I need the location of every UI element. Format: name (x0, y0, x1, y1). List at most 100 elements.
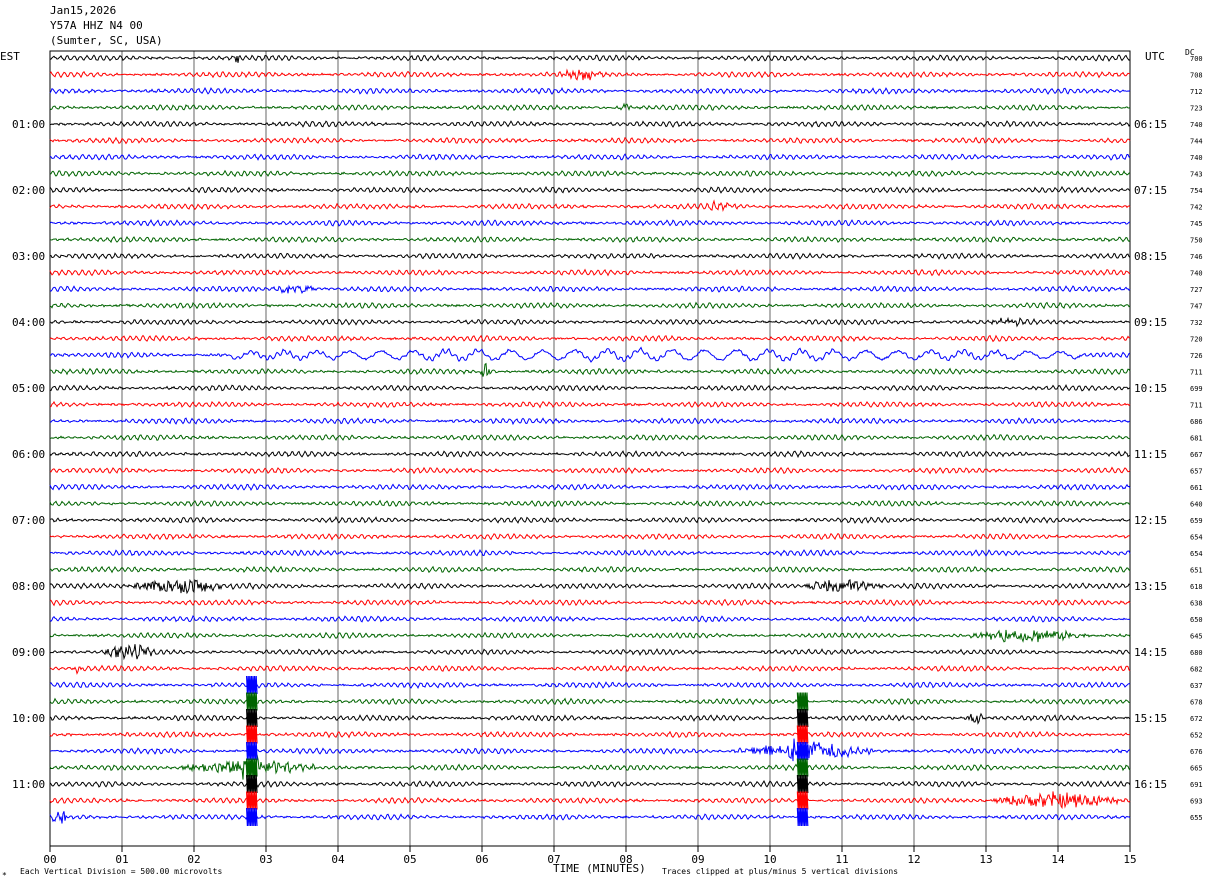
clipped-spike (796, 774, 809, 794)
trace-row-6 (49, 153, 1131, 161)
dc-value: 754 (1190, 187, 1203, 195)
dc-value: 720 (1190, 336, 1203, 344)
trace-row-11 (50, 235, 1131, 244)
trace-row-30 (49, 548, 1131, 557)
dc-value: 659 (1190, 517, 1203, 525)
dc-value: 654 (1190, 534, 1203, 542)
clipped-spike (246, 725, 258, 744)
dc-value: 744 (1190, 138, 1203, 146)
x-tick-label: 12 (907, 853, 920, 866)
dc-value: 726 (1190, 352, 1203, 360)
dc-value: 727 (1190, 286, 1203, 294)
trace-row-35 (49, 629, 1131, 643)
x-tick-label: 10 (763, 853, 776, 866)
trace-row-0 (49, 54, 1131, 63)
dc-value: 681 (1190, 435, 1203, 443)
x-tick-label: 01 (115, 853, 128, 866)
clipped-spike (796, 807, 809, 827)
trace-row-3 (49, 102, 1131, 112)
left-hour-label: 11:00 (12, 778, 45, 791)
right-hour-label: 12:15 (1134, 514, 1167, 527)
dc-value: 742 (1190, 204, 1203, 212)
x-tick-label: 00 (43, 853, 56, 866)
trace-row-40 (49, 712, 1131, 725)
trace-row-21 (49, 400, 1131, 409)
dc-value: 747 (1190, 303, 1203, 311)
dc-value: 638 (1190, 600, 1203, 608)
trace-row-18 (49, 346, 1131, 363)
clipped-spike (796, 708, 809, 728)
trace-row-27 (49, 499, 1131, 508)
clipped-spike (246, 774, 258, 794)
trace-row-37 (49, 664, 1131, 675)
left-hour-label: 05:00 (12, 382, 45, 395)
trace-row-32 (49, 578, 1131, 595)
right-hour-label: 06:15 (1134, 118, 1167, 131)
dc-value: 686 (1190, 418, 1203, 426)
right-hour-label: 09:15 (1134, 316, 1167, 329)
clipped-spike (796, 741, 809, 761)
dc-value: 682 (1190, 666, 1203, 674)
trace-row-46 (49, 811, 1131, 824)
left-hour-label: 07:00 (12, 514, 45, 527)
dc-value: 661 (1190, 484, 1203, 492)
trace-row-14 (49, 284, 1131, 295)
trace-row-10 (49, 219, 1131, 227)
right-hour-label: 08:15 (1134, 250, 1167, 263)
right-hour-label: 13:15 (1134, 580, 1167, 593)
trace-row-7 (49, 169, 1131, 178)
trace-row-22 (49, 417, 1131, 426)
left-hour-label: 09:00 (12, 646, 45, 659)
trace-row-8 (49, 185, 1131, 194)
dc-value: 657 (1190, 468, 1203, 476)
dc-value: 645 (1190, 633, 1203, 641)
dc-value: 680 (1190, 649, 1203, 657)
left-hour-label: 06:00 (12, 448, 45, 461)
clipped-spike (246, 675, 258, 695)
dc-value: 745 (1190, 220, 1203, 228)
clipped-spike (796, 725, 809, 744)
right-hour-label: 14:15 (1134, 646, 1167, 659)
trace-row-43 (49, 754, 1131, 781)
right-hour-label: 11:15 (1134, 448, 1167, 461)
dc-value: 637 (1190, 682, 1203, 690)
trace-row-33 (49, 598, 1131, 607)
trace-row-2 (49, 86, 1131, 95)
left-hour-label: 01:00 (12, 118, 45, 131)
left-hour-label: 08:00 (12, 580, 45, 593)
clipped-spike (246, 692, 258, 711)
dc-value: 699 (1190, 385, 1203, 393)
clipped-spike (246, 741, 258, 761)
trace-row-41 (49, 730, 1131, 739)
x-tick-label: 11 (835, 853, 848, 866)
dc-value: 651 (1190, 567, 1203, 575)
dc-value: 640 (1190, 501, 1203, 509)
right-hour-label: 15:15 (1134, 712, 1167, 725)
clipped-spike (796, 692, 809, 711)
clip-note: Traces clipped at plus/minus 5 vertical … (662, 867, 899, 876)
left-hour-label: 04:00 (12, 316, 45, 329)
trace-row-4 (50, 120, 1131, 128)
trace-row-28 (49, 516, 1131, 524)
x-tick-label: 04 (331, 853, 345, 866)
x-tick-label: 09 (691, 853, 704, 866)
trace-row-20 (49, 384, 1131, 392)
x-tick-label: 06 (475, 853, 488, 866)
dc-value: 665 (1190, 765, 1203, 773)
clipped-spike (796, 758, 809, 777)
trace-row-45 (49, 791, 1131, 810)
trace-row-44 (49, 780, 1131, 788)
trace-row-36 (49, 644, 1131, 661)
left-hour-label: 02:00 (12, 184, 45, 197)
dc-value: 712 (1190, 88, 1203, 96)
dc-value: 740 (1190, 154, 1203, 162)
dc-value: 693 (1190, 798, 1203, 806)
x-tick-label: 05 (403, 853, 416, 866)
dc-value: 676 (1190, 748, 1203, 756)
trace-row-39 (49, 697, 1131, 706)
trace-row-24 (49, 450, 1131, 459)
dc-value: 691 (1190, 781, 1203, 789)
right-hour-label: 07:15 (1134, 184, 1167, 197)
trace-row-9 (49, 199, 1131, 213)
dc-value: 708 (1190, 72, 1203, 80)
